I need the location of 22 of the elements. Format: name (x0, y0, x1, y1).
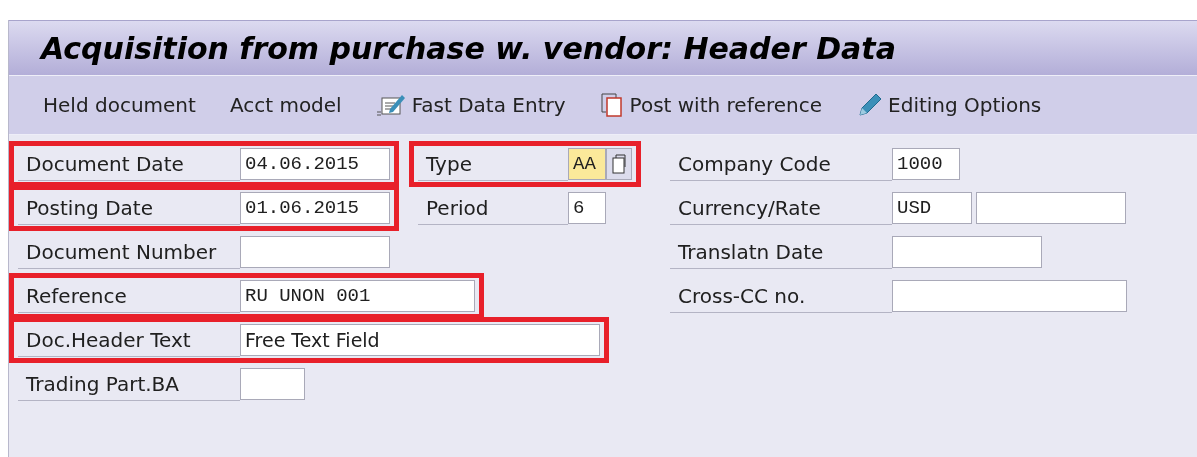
input-field[interactable]: USD (892, 192, 972, 224)
input-field[interactable]: RU UNON 001 (240, 280, 475, 312)
toolbar-button[interactable]: Editing Options (856, 90, 1042, 120)
input-field[interactable]: Free Text Field (240, 324, 600, 356)
input-field[interactable]: 6 (568, 192, 606, 224)
input-field[interactable]: 01.06.2015 (240, 192, 390, 224)
input-field[interactable] (240, 368, 305, 400)
input-field[interactable]: 04.06.2015 (240, 148, 390, 180)
copy-icon (612, 154, 626, 174)
input-field[interactable] (892, 280, 1127, 312)
toolbar-button[interactable]: Post with reference (599, 90, 823, 120)
toolbar-button[interactable]: Held document (43, 90, 196, 120)
toolbar-button[interactable]: Acct model (229, 90, 342, 120)
toolbar-button[interactable]: Fast Data Entry (375, 90, 566, 120)
input-field[interactable]: 1000 (892, 148, 960, 180)
input-field[interactable] (976, 192, 1126, 224)
input-field[interactable]: AA (568, 148, 606, 180)
input-field[interactable] (892, 236, 1042, 268)
form-pen-icon (375, 92, 408, 118)
input-field[interactable] (240, 236, 390, 268)
value-help-button[interactable] (606, 148, 632, 180)
window-title: Acquisition from purchase w. vendor: Header Data (41, 29, 896, 68)
